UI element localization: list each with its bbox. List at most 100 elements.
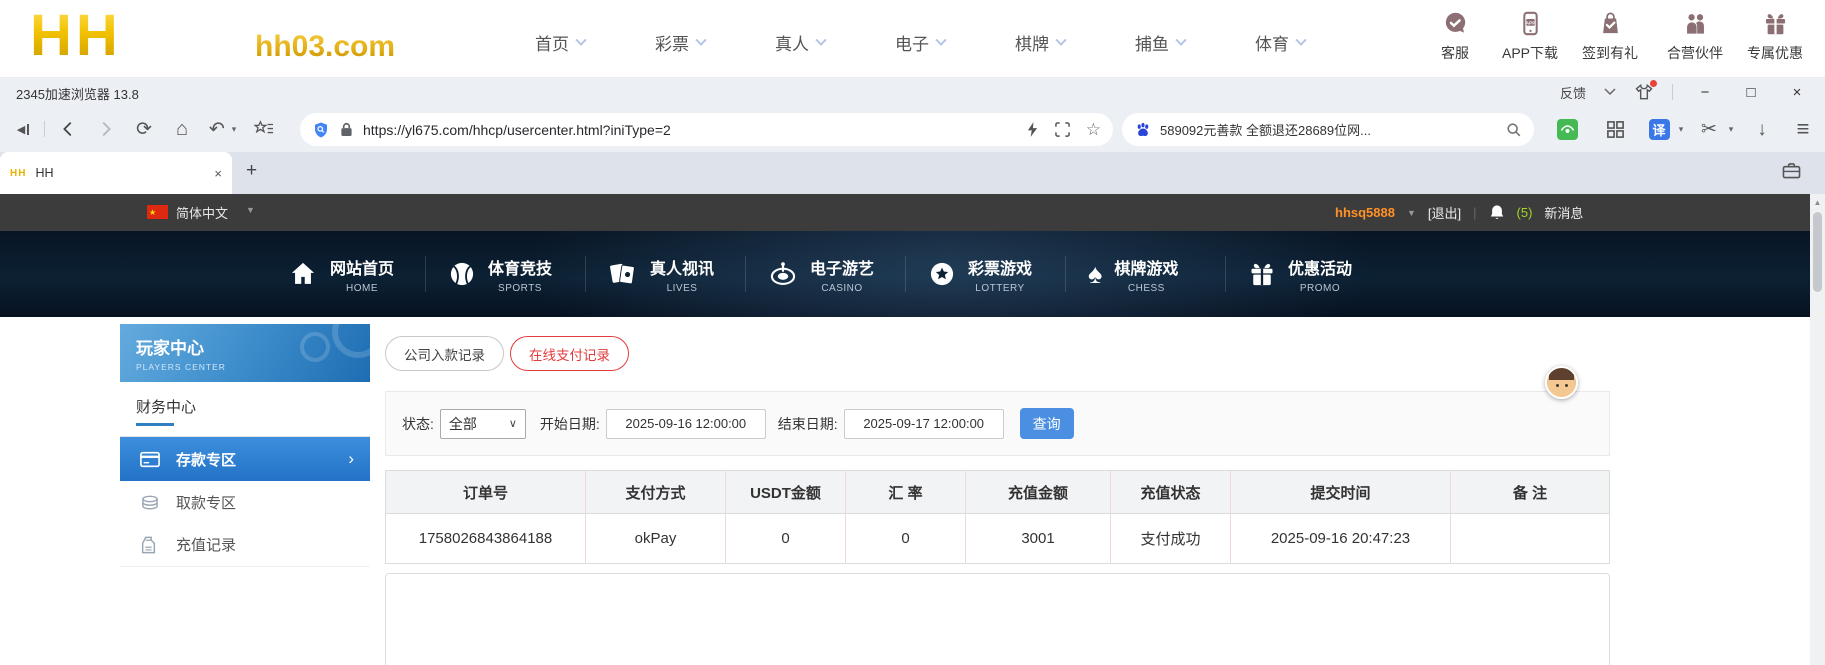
- apps-grid-icon[interactable]: [1600, 106, 1630, 152]
- undo-icon[interactable]: ↶: [205, 106, 229, 152]
- language-selector[interactable]: 简体中文: [176, 203, 228, 222]
- search-box[interactable]: 589092元善款 全额退还28689位网...: [1122, 113, 1534, 146]
- lightning-icon[interactable]: [1026, 121, 1039, 138]
- nav-promo[interactable]: 优惠活动PROMO: [1248, 231, 1352, 317]
- cell-exchange-rate: 0: [846, 514, 966, 563]
- minimize-button[interactable]: −: [1691, 84, 1719, 101]
- tab-company-deposit-records[interactable]: 公司入款记录: [385, 336, 504, 371]
- search-icon[interactable]: [1506, 122, 1522, 138]
- session-restore-icon[interactable]: ◀: [10, 106, 36, 152]
- tab-close-icon[interactable]: ×: [214, 166, 222, 181]
- divider: [585, 256, 586, 292]
- customer-service-avatar[interactable]: [1545, 366, 1578, 399]
- chevron-down-icon: [695, 35, 706, 46]
- divider: [905, 256, 906, 292]
- page-scrollbar[interactable]: ▲: [1810, 194, 1825, 665]
- avatar-hair: [1549, 368, 1574, 380]
- quick-link-exclusive-offer[interactable]: 专属优惠: [1730, 8, 1820, 63]
- chevron-down-icon: [815, 35, 826, 46]
- scissors-icon[interactable]: ✂: [1697, 106, 1721, 152]
- nav-live[interactable]: 真人视讯LIVES: [608, 231, 714, 317]
- col-recharge-status: 充值状态: [1111, 471, 1231, 513]
- quick-link-signin-gift[interactable]: 签到有礼: [1565, 8, 1655, 63]
- banner-nav-chess[interactable]: 棋牌: [1000, 30, 1080, 55]
- nav-label-en: HOME: [330, 283, 394, 294]
- undo-caret-icon[interactable]: ▾: [229, 106, 239, 152]
- main-nav: 网站首页HOME 体育竞技SPORTS 真人视讯LIVES 电子游艺CASINO…: [0, 231, 1825, 317]
- tab-hh[interactable]: HH HH ×: [0, 152, 232, 194]
- sidebar-item-deposit[interactable]: 存款专区 ›: [120, 437, 370, 481]
- language-caret-icon[interactable]: ▼: [246, 205, 255, 215]
- lottery-ball-nav-icon: [928, 260, 956, 288]
- start-date-input[interactable]: [606, 409, 766, 439]
- banner-nav-lottery[interactable]: 彩票: [640, 30, 720, 55]
- end-date-label: 结束日期:: [778, 414, 838, 434]
- maximize-button[interactable]: □: [1737, 84, 1765, 101]
- skin-theme-icon[interactable]: [1634, 82, 1654, 102]
- home-icon[interactable]: ⌂: [169, 106, 195, 152]
- sidebar-item-withdraw[interactable]: 取款专区: [120, 481, 370, 525]
- screenshot-icon[interactable]: [1055, 122, 1070, 137]
- nav-lottery[interactable]: 彩票游戏LOTTERY: [928, 231, 1032, 317]
- nav-chess[interactable]: ♠ 棋牌游戏CHESS: [1088, 231, 1178, 317]
- download-icon[interactable]: ↓: [1749, 106, 1775, 152]
- col-recharge-amount: 充值金额: [966, 471, 1111, 513]
- favorite-star-icon[interactable]: ☆: [1086, 121, 1101, 138]
- back-icon[interactable]: [55, 106, 81, 152]
- end-date-input[interactable]: [844, 409, 1004, 439]
- banner-nav-label: 捕鱼: [1135, 35, 1169, 54]
- cell-payment-method: okPay: [586, 514, 726, 563]
- close-button[interactable]: ×: [1783, 84, 1811, 101]
- feedback-button[interactable]: 反馈: [1560, 83, 1586, 102]
- banner-nav-fishing[interactable]: 捕鱼: [1120, 30, 1200, 55]
- banner-nav-live[interactable]: 真人: [760, 30, 840, 55]
- sidebar-item-recharge-records[interactable]: 充值记录: [120, 523, 370, 567]
- url-text[interactable]: https://yl675.com/hhcp/usercenter.html?i…: [363, 122, 1026, 138]
- new-tab-button[interactable]: +: [246, 160, 257, 182]
- nav-casino[interactable]: 电子游艺CASINO: [768, 231, 874, 317]
- translate-icon[interactable]: 译: [1644, 106, 1674, 152]
- banner-nav-home[interactable]: 首页: [520, 30, 600, 55]
- status-select[interactable]: 全部 ∨: [440, 409, 526, 439]
- shield-icon[interactable]: [312, 121, 330, 139]
- scissors-caret-icon[interactable]: ▾: [1726, 106, 1736, 152]
- username[interactable]: hhsq5888: [1335, 205, 1395, 220]
- divider: [1225, 256, 1226, 292]
- col-exchange-rate: 汇 率: [846, 471, 966, 513]
- site-logo-domain[interactable]: hh03.com: [255, 30, 395, 64]
- workspace-icon[interactable]: [1782, 162, 1801, 179]
- query-button[interactable]: 查询: [1020, 408, 1074, 439]
- lock-icon: [340, 122, 353, 137]
- tab-online-payment-records[interactable]: 在线支付记录: [510, 336, 629, 371]
- chevron-down-icon: [935, 35, 946, 46]
- banner-nav-slots[interactable]: 电子: [880, 30, 960, 55]
- withdraw-icon: [140, 495, 162, 511]
- nav-home[interactable]: 网站首页HOME: [288, 231, 394, 317]
- eye-protection-icon[interactable]: [1552, 106, 1582, 152]
- username-caret-icon[interactable]: ▼: [1407, 208, 1416, 218]
- search-text[interactable]: 589092元善款 全额退还28689位网...: [1160, 120, 1506, 139]
- cell-recharge-status: 支付成功: [1111, 514, 1231, 563]
- site-logo[interactable]: HH: [30, 2, 122, 69]
- messages-link[interactable]: 新消息: [1544, 203, 1583, 222]
- nav-sports[interactable]: 体育竞技SPORTS: [448, 231, 552, 317]
- table-row: 1758026843864188 okPay 0 0 3001 支付成功 202…: [386, 514, 1609, 563]
- bookmarks-icon[interactable]: [250, 106, 278, 152]
- message-count[interactable]: (5): [1517, 205, 1533, 220]
- bell-icon[interactable]: [1489, 204, 1505, 221]
- quick-link-partner[interactable]: 合营伙伴: [1650, 8, 1740, 63]
- forward-icon[interactable]: [93, 106, 119, 152]
- scrollbar-thumb[interactable]: [1813, 212, 1822, 292]
- banner-nav-sports[interactable]: 体育: [1240, 30, 1320, 55]
- translate-caret-icon[interactable]: ▾: [1676, 106, 1686, 152]
- logout-button[interactable]: [退出]: [1428, 203, 1461, 222]
- feedback-caret-icon[interactable]: [1604, 88, 1616, 96]
- quick-link-label: 签到有礼: [1565, 43, 1655, 63]
- chevron-down-icon: [1295, 35, 1306, 46]
- menu-icon[interactable]: ≡: [1790, 106, 1816, 152]
- scroll-up-icon[interactable]: ▲: [1810, 198, 1825, 207]
- quick-link-app-download[interactable]: APP APP下载: [1485, 8, 1575, 63]
- reload-icon[interactable]: ⟳: [131, 106, 157, 152]
- status-label: 状态:: [402, 414, 434, 434]
- url-bar[interactable]: https://yl675.com/hhcp/usercenter.html?i…: [300, 113, 1113, 146]
